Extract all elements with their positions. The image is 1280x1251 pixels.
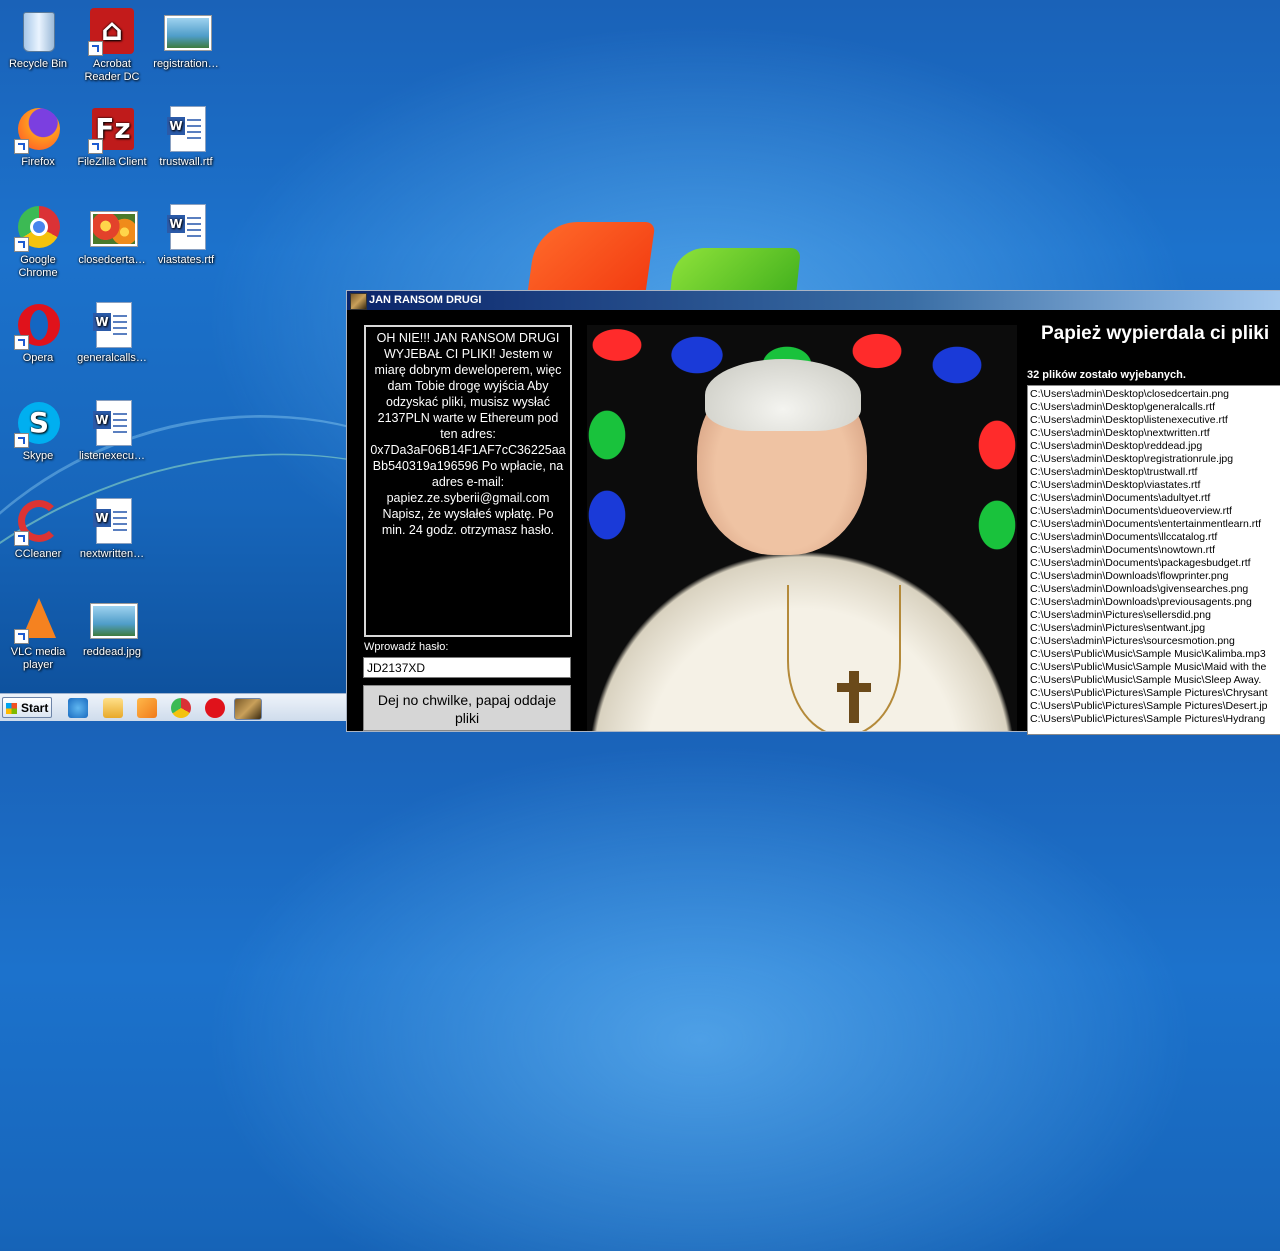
opera-icon[interactable] — [205, 698, 225, 718]
start-button[interactable]: Start — [2, 697, 52, 718]
desktop-icon-viastates[interactable]: W viastates.rtf — [148, 204, 224, 267]
desktop-icon-acrobat[interactable]: ⌂ Acrobat Reader DC — [74, 8, 150, 84]
files-count: 32 plików zostało wyjebanych. — [1027, 369, 1186, 381]
desktop-icon-nextwritten[interactable]: W nextwritten… — [74, 498, 150, 561]
file-list-item[interactable]: C:\Users\admin\Downloads\flowprinter.png — [1030, 570, 1280, 583]
file-list-item[interactable]: C:\Users\admin\Desktop\registrationrule.… — [1030, 453, 1280, 466]
file-list-item[interactable]: C:\Users\admin\Documents\packagesbudget.… — [1030, 557, 1280, 570]
file-list-item[interactable]: C:\Users\admin\Desktop\viastates.rtf — [1030, 479, 1280, 492]
taskbar: Start — [0, 693, 346, 721]
decrypt-button[interactable]: Dej no chwilke, papaj oddaje pliki — [363, 685, 571, 731]
image-file-icon — [91, 212, 137, 246]
file-list-item[interactable]: C:\Users\Public\Pictures\Sample Pictures… — [1030, 687, 1280, 700]
file-list-item[interactable]: C:\Users\admin\Downloads\givensearches.p… — [1030, 583, 1280, 596]
file-list-item[interactable]: C:\Users\admin\Documents\llccatalog.rtf — [1030, 531, 1280, 544]
media-player-icon[interactable] — [137, 698, 157, 718]
desktop-icon-reddead[interactable]: reddead.jpg — [74, 596, 150, 659]
file-list-item[interactable]: C:\Users\admin\Desktop\listenexecutive.r… — [1030, 414, 1280, 427]
ransom-heading: Papież wypierdala ci pliki — [1041, 323, 1270, 344]
file-list-item[interactable]: C:\Users\admin\Documents\nowtown.rtf — [1030, 544, 1280, 557]
file-list-item[interactable]: C:\Users\admin\Pictures\sourcesmotion.pn… — [1030, 635, 1280, 648]
password-label: Wprowadź hasło: — [364, 641, 449, 653]
desktop-icon-ccleaner[interactable]: CCleaner — [0, 498, 76, 561]
shortcut-arrow-icon — [14, 139, 29, 154]
file-list-item[interactable]: C:\Users\Public\Music\Sample Music\Maid … — [1030, 661, 1280, 674]
desktop-icon-listenexecutive[interactable]: W listenexecu… — [74, 400, 150, 463]
file-list-item[interactable]: C:\Users\admin\Downloads\previousagents.… — [1030, 596, 1280, 609]
chrome-icon[interactable] — [171, 698, 191, 718]
word-document-icon: W — [167, 204, 206, 250]
jan-ransom-icon[interactable] — [234, 698, 262, 720]
desktop-icon-vlc[interactable]: VLC media player — [0, 596, 76, 672]
ransom-window: JAN RANSOM DRUGI OH NIE!!! JAN RANSOM DR… — [346, 290, 1280, 735]
file-list-item[interactable]: C:\Users\admin\Desktop\nextwritten.rtf — [1030, 427, 1280, 440]
shortcut-arrow-icon — [14, 629, 29, 644]
cross-icon — [837, 671, 871, 723]
shortcut-arrow-icon — [88, 41, 103, 56]
file-list-item[interactable]: C:\Users\admin\Pictures\sellersdid.png — [1030, 609, 1280, 622]
window-titlebar[interactable]: JAN RANSOM DRUGI — [347, 291, 1280, 310]
file-explorer-icon[interactable] — [103, 698, 123, 718]
ransom-message: OH NIE!!! JAN RANSOM DRUGI WYJEBAŁ CI PL… — [364, 325, 572, 637]
desktop-icon-opera[interactable]: Opera — [0, 302, 76, 365]
recycle-bin-icon — [23, 12, 55, 52]
shortcut-arrow-icon — [14, 237, 29, 252]
word-document-icon: W — [93, 498, 132, 544]
internet-explorer-icon[interactable] — [68, 698, 88, 718]
file-list-item[interactable]: C:\Users\admin\Pictures\sentwant.jpg — [1030, 622, 1280, 635]
word-document-icon: W — [93, 400, 132, 446]
desktop-icon-closedcertain[interactable]: closedcerta… — [74, 204, 150, 267]
image-file-icon — [165, 16, 211, 50]
encrypted-files-list[interactable]: C:\Users\admin\Desktop\closedcertain.png… — [1027, 385, 1280, 735]
desktop-icon-filezilla[interactable]: Fz FileZilla Client — [74, 106, 150, 169]
password-input[interactable] — [363, 657, 571, 678]
desktop-icon-firefox[interactable]: Firefox — [0, 106, 76, 169]
desktop-icon-chrome[interactable]: Google Chrome — [0, 204, 76, 280]
image-file-icon — [91, 604, 137, 638]
word-document-icon: W — [93, 302, 132, 348]
file-list-item[interactable]: C:\Users\admin\Documents\dueoverview.rtf — [1030, 505, 1280, 518]
desktop-icon-skype[interactable]: S Skype — [0, 400, 76, 463]
desktop-icon-recycle-bin[interactable]: Recycle Bin — [0, 8, 76, 71]
app-icon — [350, 293, 367, 310]
shortcut-arrow-icon — [14, 433, 29, 448]
word-document-icon: W — [167, 106, 206, 152]
window-title: JAN RANSOM DRUGI — [369, 294, 482, 306]
desktop-icon-trustwall[interactable]: W trustwall.rtf — [148, 106, 224, 169]
file-list-item[interactable]: C:\Users\admin\Desktop\generalcalls.rtf — [1030, 401, 1280, 414]
desktop-icon-registration[interactable]: registration… — [148, 8, 224, 71]
shortcut-arrow-icon — [14, 531, 29, 546]
desktop-icon-generalcalls[interactable]: W generalcalls… — [74, 302, 150, 365]
pope-image — [587, 325, 1017, 731]
file-list-item[interactable]: C:\Users\admin\Documents\adultyet.rtf — [1030, 492, 1280, 505]
file-list-item[interactable]: C:\Users\admin\Desktop\closedcertain.png — [1030, 388, 1280, 401]
file-list-item[interactable]: C:\Users\admin\Desktop\trustwall.rtf — [1030, 466, 1280, 479]
file-list-item[interactable]: C:\Users\Public\Music\Sample Music\Kalim… — [1030, 648, 1280, 661]
shortcut-arrow-icon — [88, 139, 103, 154]
file-list-item[interactable]: C:\Users\admin\Documents\entertainmentle… — [1030, 518, 1280, 531]
file-list-item[interactable]: C:\Users\Public\Pictures\Sample Pictures… — [1030, 700, 1280, 713]
file-list-item[interactable]: C:\Users\admin\Desktop\reddead.jpg — [1030, 440, 1280, 453]
shortcut-arrow-icon — [14, 335, 29, 350]
file-list-item[interactable]: C:\Users\Public\Music\Sample Music\Sleep… — [1030, 674, 1280, 687]
